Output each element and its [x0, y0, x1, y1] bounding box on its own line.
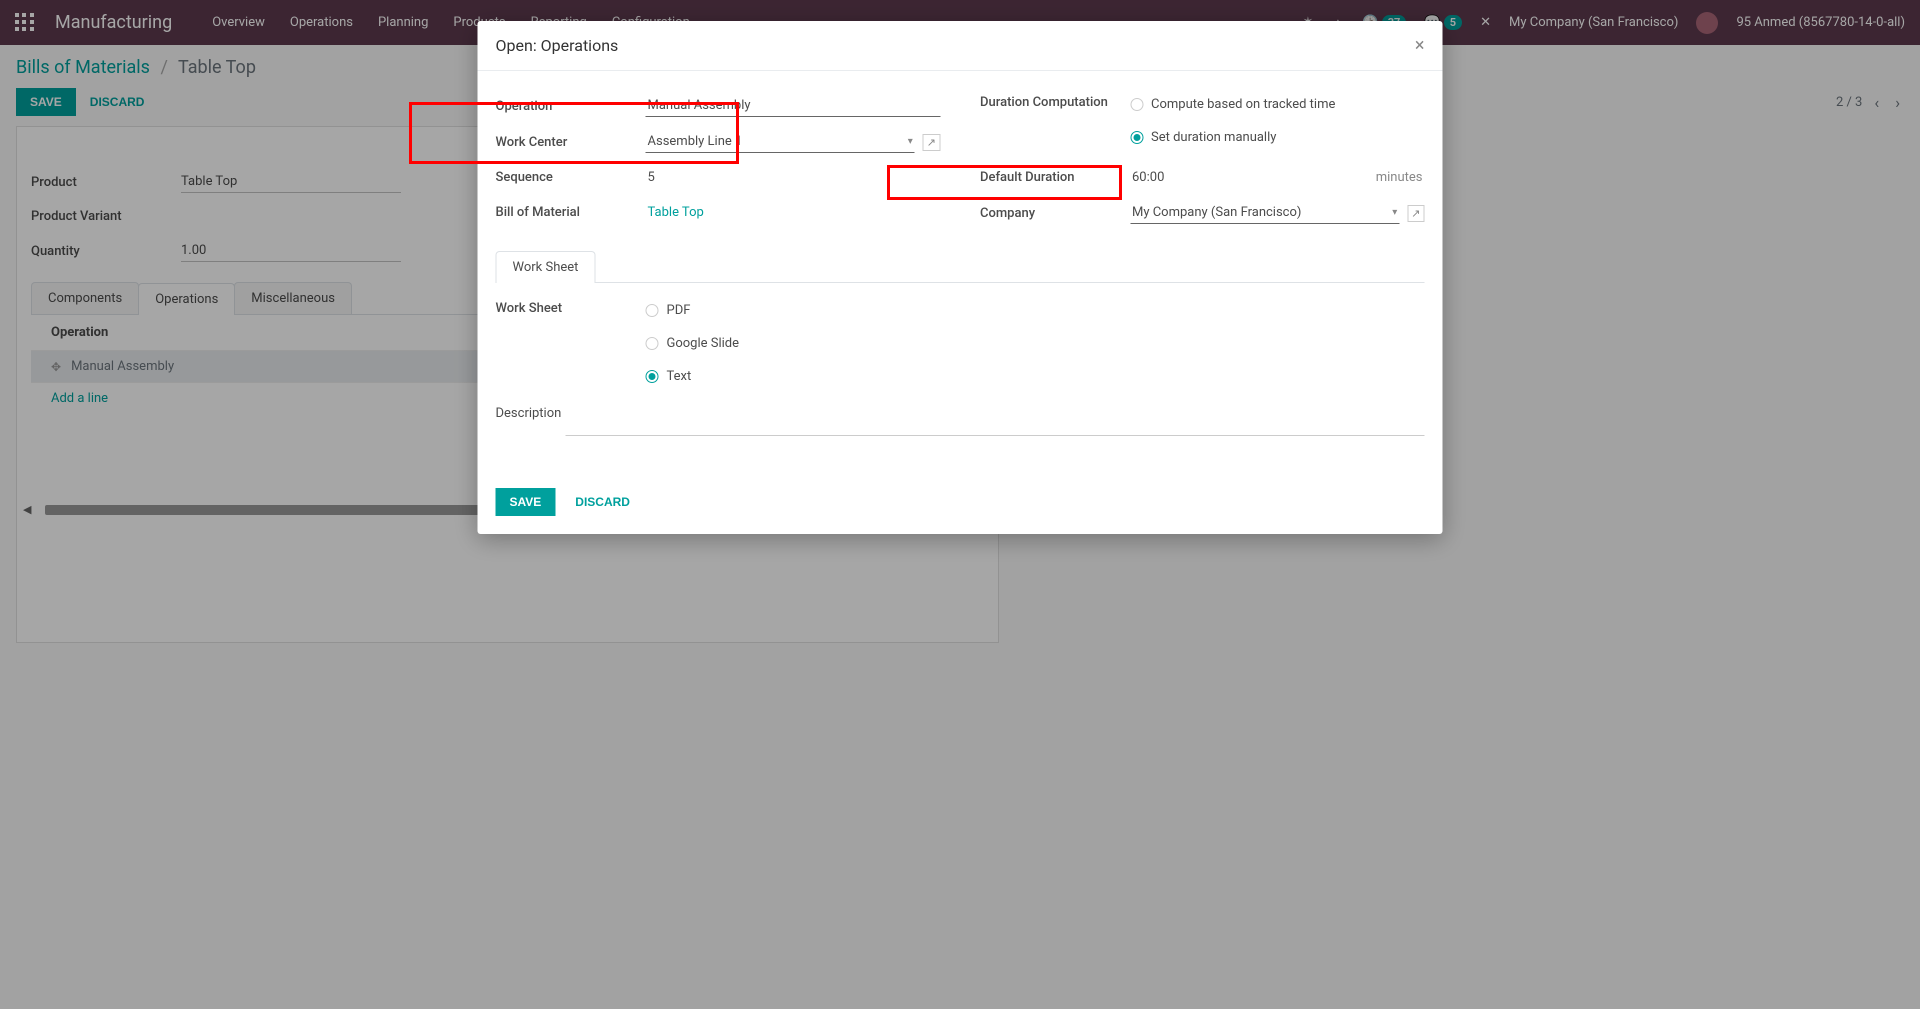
tab-worksheet[interactable]: Work Sheet [496, 251, 596, 283]
duration-opt-tracked[interactable]: Compute based on tracked time [1130, 95, 1335, 114]
modal-save-button[interactable]: SAVE [496, 488, 556, 516]
company-label: Company [980, 206, 1130, 221]
radio-icon [646, 337, 659, 350]
worksheet-opt-text[interactable]: Text [646, 367, 740, 386]
minutes-label: minutes [1376, 170, 1423, 185]
default-duration-input[interactable]: 60:00 minutes [1130, 167, 1425, 188]
bom-label: Bill of Material [496, 205, 646, 220]
workcenter-select[interactable]: Assembly Line 1 ▾ [646, 131, 915, 153]
radio-icon [646, 370, 659, 383]
company-select[interactable]: My Company (San Francisco) ▾ [1130, 202, 1399, 224]
worksheet-opt-gslide[interactable]: Google Slide [646, 334, 740, 353]
external-link-icon[interactable]: ↗ [1407, 205, 1424, 222]
sequence-input[interactable]: 5 [646, 167, 941, 188]
duration-opt-manual[interactable]: Set duration manually [1130, 128, 1335, 147]
operation-input[interactable]: Manual Assembly [646, 95, 941, 117]
dropdown-icon: ▾ [1392, 207, 1397, 218]
dropdown-icon: ▾ [908, 136, 913, 147]
close-icon[interactable]: × [1415, 35, 1425, 56]
bom-link[interactable]: Table Top [646, 202, 941, 223]
modal-title: Open: Operations [496, 36, 619, 55]
description-label: Description [496, 406, 562, 421]
radio-icon [646, 304, 659, 317]
operations-modal: Open: Operations × Operation Manual Asse… [478, 21, 1443, 534]
operation-label: Operation [496, 99, 646, 114]
description-input[interactable] [565, 406, 1424, 436]
default-duration-label: Default Duration [980, 170, 1130, 185]
duration-comp-label: Duration Computation [980, 95, 1130, 110]
worksheet-opt-pdf[interactable]: PDF [646, 301, 740, 320]
worksheet-label: Work Sheet [496, 301, 646, 386]
modal-discard-button[interactable]: DISCARD [561, 488, 644, 516]
workcenter-label: Work Center [496, 135, 646, 150]
radio-icon [1130, 131, 1143, 144]
external-link-icon[interactable]: ↗ [923, 134, 940, 151]
radio-icon [1130, 98, 1143, 111]
sequence-label: Sequence [496, 170, 646, 185]
